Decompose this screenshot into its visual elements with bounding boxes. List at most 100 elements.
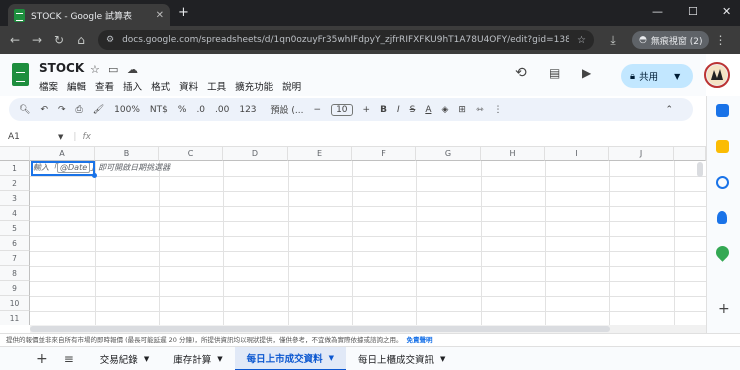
decrease-decimal-button[interactable]: .0 bbox=[196, 105, 205, 115]
document-title[interactable]: STOCK bbox=[39, 61, 84, 75]
back-icon[interactable]: ← bbox=[4, 33, 26, 47]
row-header[interactable]: 1 bbox=[0, 161, 30, 176]
fill-handle[interactable] bbox=[92, 173, 97, 178]
column-header[interactable]: E bbox=[288, 147, 352, 161]
maximize-icon[interactable]: ☐ bbox=[688, 5, 698, 18]
number-format-button[interactable]: 123 bbox=[239, 105, 256, 115]
selected-cell-a1[interactable] bbox=[31, 161, 95, 176]
column-header[interactable]: I bbox=[545, 147, 609, 161]
row-header[interactable]: 11 bbox=[0, 311, 30, 325]
column-header[interactable]: J bbox=[609, 147, 674, 161]
row-header[interactable]: 7 bbox=[0, 251, 30, 266]
merge-cells-icon[interactable]: ⇿ bbox=[476, 105, 484, 115]
incognito-badge[interactable]: ◓ 無痕視窗 (2) bbox=[632, 31, 710, 49]
name-box-dropdown-icon[interactable]: ▼ bbox=[58, 133, 63, 141]
avatar[interactable] bbox=[704, 62, 730, 88]
row-header[interactable]: 10 bbox=[0, 296, 30, 311]
forward-icon[interactable]: → bbox=[26, 33, 48, 47]
row-header[interactable]: 9 bbox=[0, 281, 30, 296]
get-addons-icon[interactable]: + bbox=[718, 301, 730, 317]
row-header[interactable]: 6 bbox=[0, 236, 30, 251]
italic-button[interactable]: I bbox=[397, 105, 400, 115]
fill-color-icon[interactable]: ◈ bbox=[441, 105, 448, 115]
calendar-icon[interactable] bbox=[716, 104, 729, 117]
menu-data[interactable]: 資料 bbox=[179, 79, 198, 93]
font-size-input[interactable]: 10 bbox=[331, 103, 353, 116]
home-icon[interactable]: ⌂ bbox=[70, 33, 92, 47]
tasks-icon[interactable] bbox=[716, 176, 729, 189]
menu-file[interactable]: 檔案 bbox=[39, 79, 58, 93]
search-menus-icon[interactable]: 🔍︎ bbox=[19, 105, 30, 115]
meet-icon[interactable]: ▶ bbox=[582, 66, 591, 80]
row-header[interactable]: 4 bbox=[0, 206, 30, 221]
vertical-scrollbar[interactable] bbox=[697, 162, 703, 177]
browser-menu-icon[interactable]: ⋮ bbox=[709, 33, 731, 47]
column-header[interactable]: B bbox=[95, 147, 159, 161]
bookmark-star-icon[interactable]: ☆ bbox=[577, 35, 586, 46]
menu-view[interactable]: 查看 bbox=[95, 79, 114, 93]
sheet-tab-active[interactable]: 每日上市成交資料 ▼ bbox=[234, 346, 347, 370]
row-header[interactable]: 8 bbox=[0, 266, 30, 281]
move-folder-icon[interactable]: ▭ bbox=[108, 63, 118, 76]
row-header[interactable]: 3 bbox=[0, 191, 30, 206]
add-sheet-icon[interactable]: + bbox=[36, 351, 48, 367]
menu-edit[interactable]: 編輯 bbox=[67, 79, 86, 93]
star-icon[interactable]: ☆ bbox=[90, 63, 100, 76]
menu-help[interactable]: 說明 bbox=[282, 79, 301, 93]
share-button[interactable]: 🔒︎ 共用 ▼ bbox=[621, 64, 693, 88]
close-tab-icon[interactable]: ✕ bbox=[156, 10, 164, 21]
spreadsheet-grid[interactable]: A B C D E F G H I J 1 2 3 4 5 6 7 8 9 10… bbox=[0, 147, 706, 325]
collapse-toolbar-icon[interactable]: ⌃ bbox=[665, 105, 673, 115]
borders-icon[interactable]: ⊞ bbox=[458, 105, 466, 115]
bold-button[interactable]: B bbox=[380, 105, 387, 115]
sheet-tab[interactable]: 庫存計算 ▼ bbox=[161, 347, 234, 370]
strikethrough-button[interactable]: S bbox=[410, 105, 416, 115]
column-header[interactable]: H bbox=[481, 147, 545, 161]
minimize-icon[interactable]: — bbox=[652, 5, 663, 18]
browser-tab[interactable]: STOCK - Google 試算表 ✕ bbox=[8, 4, 170, 26]
sheet-tab-menu-icon[interactable]: ▼ bbox=[217, 355, 222, 363]
share-dropdown-icon[interactable]: ▼ bbox=[674, 72, 680, 81]
select-all-corner[interactable] bbox=[0, 147, 30, 161]
zoom-select[interactable]: 100% bbox=[114, 105, 140, 115]
menu-tools[interactable]: 工具 bbox=[207, 79, 226, 93]
column-header[interactable]: G bbox=[416, 147, 481, 161]
sheet-tab[interactable]: 交易紀錄 ▼ bbox=[88, 347, 161, 370]
new-tab-icon[interactable]: + bbox=[178, 5, 189, 20]
font-size-decrease-button[interactable]: − bbox=[314, 105, 322, 115]
sheet-tab[interactable]: 每日上櫃成交資訊 ▼ bbox=[346, 347, 457, 370]
print-icon[interactable]: ⎙ bbox=[76, 105, 83, 115]
cloud-status-icon[interactable]: ☁ bbox=[127, 63, 138, 76]
sheet-tab-menu-icon[interactable]: ▼ bbox=[329, 354, 334, 362]
more-options-icon[interactable]: ⋮ bbox=[494, 105, 503, 115]
horizontal-scrollbar[interactable] bbox=[30, 326, 610, 332]
row-header[interactable]: 2 bbox=[0, 176, 30, 191]
text-color-button[interactable]: A bbox=[425, 105, 431, 115]
paint-format-icon[interactable]: 🖌︎ bbox=[93, 105, 104, 115]
comments-icon[interactable]: ▤ bbox=[549, 66, 560, 80]
disclaimer-link[interactable]: 免責聲明 bbox=[407, 336, 433, 344]
sheet-tab-menu-icon[interactable]: ▼ bbox=[440, 355, 445, 363]
menu-insert[interactable]: 插入 bbox=[123, 79, 142, 93]
menu-format[interactable]: 格式 bbox=[151, 79, 170, 93]
currency-format-button[interactable]: NT$ bbox=[150, 105, 168, 115]
column-header[interactable]: D bbox=[223, 147, 288, 161]
version-history-icon[interactable]: ⟲ bbox=[515, 65, 527, 81]
column-header[interactable]: F bbox=[352, 147, 416, 161]
sheets-logo-icon[interactable] bbox=[12, 63, 29, 86]
keep-icon[interactable] bbox=[716, 140, 729, 153]
column-header[interactable]: A bbox=[30, 147, 95, 161]
all-sheets-icon[interactable]: ≡ bbox=[64, 352, 74, 366]
increase-decimal-button[interactable]: .00 bbox=[215, 105, 229, 115]
menu-extensions[interactable]: 擴充功能 bbox=[235, 79, 273, 93]
undo-icon[interactable]: ↶ bbox=[40, 105, 48, 115]
close-window-icon[interactable]: ✕ bbox=[722, 5, 731, 18]
sheet-tab-menu-icon[interactable]: ▼ bbox=[144, 355, 149, 363]
font-size-increase-button[interactable]: + bbox=[363, 105, 371, 115]
font-select[interactable]: 預設 (... bbox=[271, 103, 304, 116]
column-header[interactable]: C bbox=[159, 147, 223, 161]
url-field[interactable]: ⚙ docs.google.com/spreadsheets/d/1qn0ozu… bbox=[98, 30, 594, 50]
percent-format-button[interactable]: % bbox=[178, 105, 187, 115]
site-info-icon[interactable]: ⚙ bbox=[106, 35, 114, 45]
download-icon[interactable]: ⤓ bbox=[602, 33, 624, 48]
